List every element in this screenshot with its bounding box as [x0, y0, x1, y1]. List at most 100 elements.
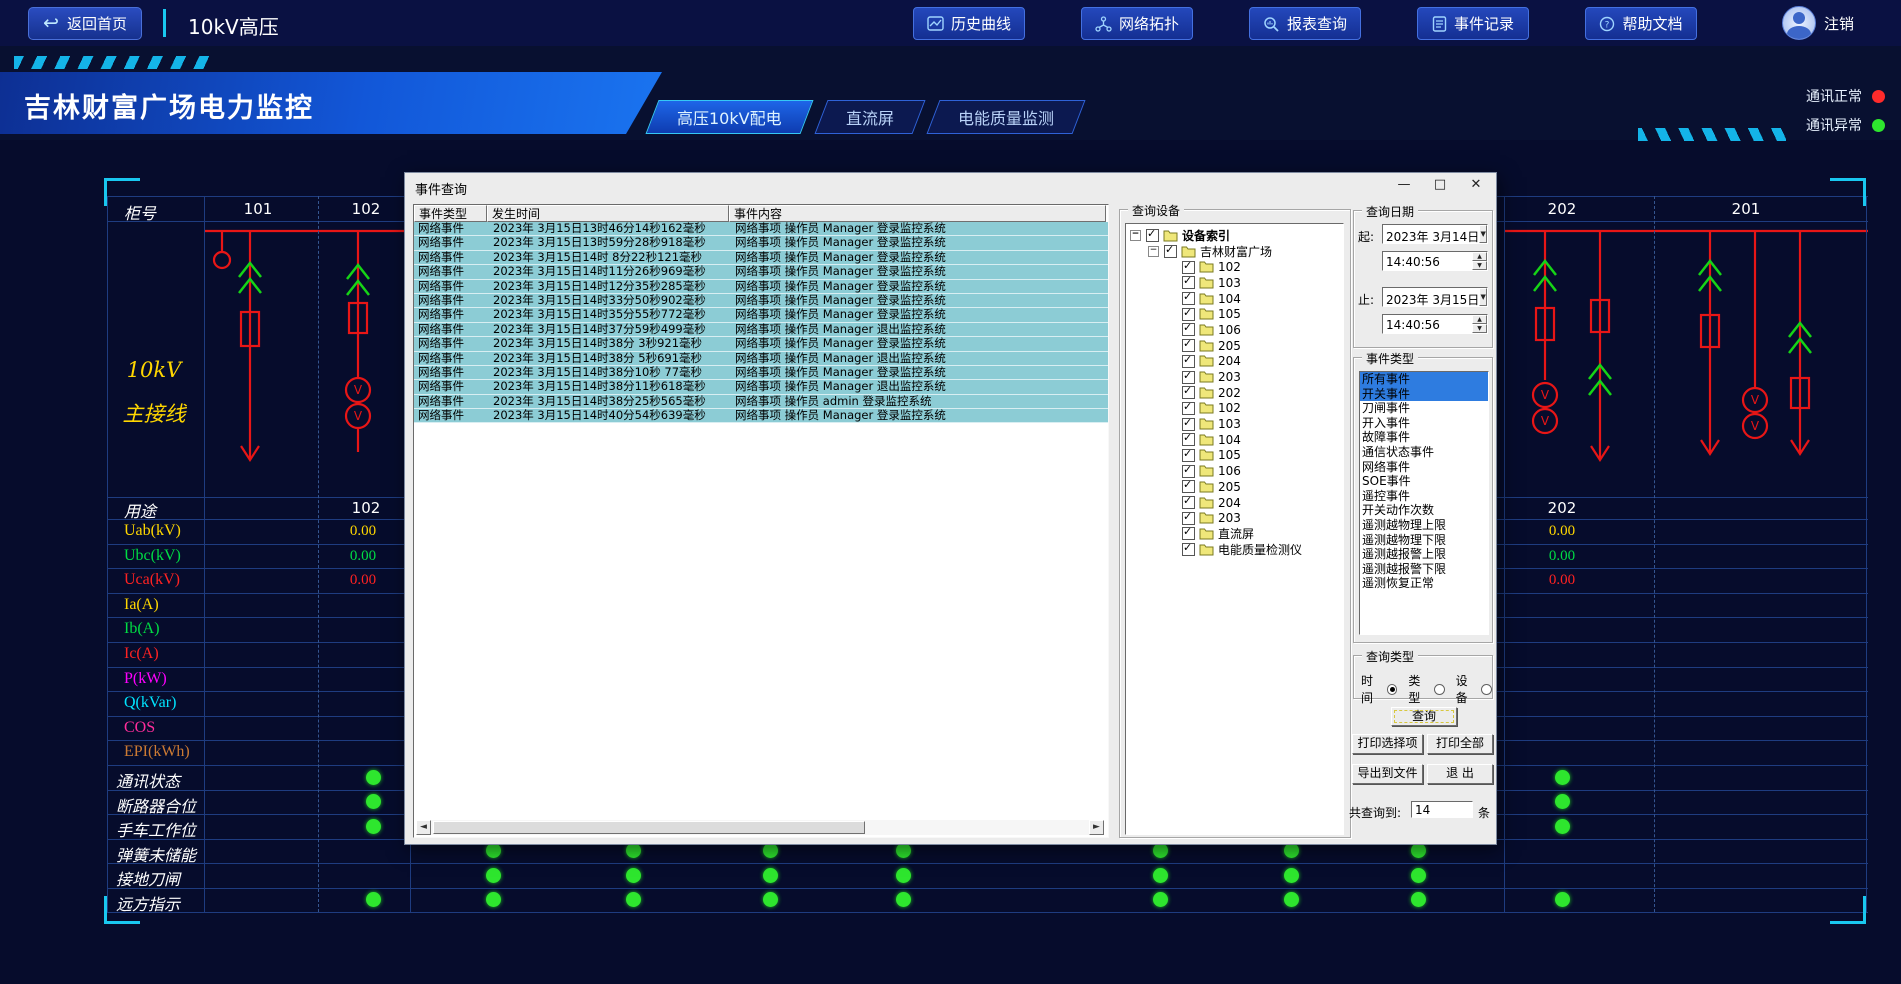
- event-type-item[interactable]: 遥测越物理上限: [1360, 518, 1488, 533]
- tree-item[interactable]: 103: [1126, 416, 1343, 432]
- tree-item[interactable]: 102: [1126, 401, 1343, 417]
- event-type-item[interactable]: 遥测越物理下限: [1360, 533, 1488, 548]
- minimize-button[interactable]: —: [1396, 177, 1412, 192]
- tree-checkbox[interactable]: [1182, 292, 1195, 305]
- nav-button-report-search[interactable]: 报表查询: [1249, 7, 1361, 40]
- column-header[interactable]: 发生时间: [487, 205, 729, 222]
- event-type-item[interactable]: 故障事件: [1360, 430, 1488, 445]
- scrollbar-thumb[interactable]: [433, 821, 865, 834]
- tree-item[interactable]: 105: [1126, 306, 1343, 322]
- event-type-item[interactable]: 遥测越报警下限: [1360, 562, 1488, 577]
- chevron-down-icon[interactable]: ▼: [1479, 288, 1487, 306]
- tree-checkbox[interactable]: [1182, 355, 1195, 368]
- tree-item[interactable]: 106: [1126, 322, 1343, 338]
- column-header[interactable]: 事件类型: [414, 205, 487, 222]
- tree-item[interactable]: 205: [1126, 338, 1343, 354]
- table-row[interactable]: 网络事件2023年 3月15日14时40分54秒639毫秒网络事项 操作员 Ma…: [414, 409, 1108, 423]
- event-type-item[interactable]: 刀闸事件: [1360, 401, 1488, 416]
- radio-icon[interactable]: [1434, 684, 1445, 695]
- nav-button-topology[interactable]: 网络拓扑: [1081, 7, 1193, 40]
- scroll-right-icon[interactable]: ►: [1089, 820, 1104, 835]
- tree-checkbox[interactable]: [1146, 229, 1159, 242]
- tree-item[interactable]: 104: [1126, 432, 1343, 448]
- radio-icon[interactable]: [1387, 684, 1398, 695]
- event-type-item[interactable]: 遥测越报警上限: [1360, 547, 1488, 562]
- table-row[interactable]: 网络事件2023年 3月15日14时38分10秒 77毫秒网络事项 操作员 Ma…: [414, 366, 1108, 380]
- event-type-item[interactable]: 网络事件: [1360, 460, 1488, 475]
- event-type-item[interactable]: 开入事件: [1360, 416, 1488, 431]
- tree-checkbox[interactable]: [1182, 512, 1195, 525]
- event-type-item[interactable]: SOE事件: [1360, 474, 1488, 489]
- column-header[interactable]: 事件内容: [729, 205, 1106, 222]
- table-row[interactable]: 网络事件2023年 3月15日13时59分28秒918毫秒网络事项 操作员 Ma…: [414, 236, 1108, 250]
- tree-checkbox[interactable]: [1182, 402, 1195, 415]
- radio-icon[interactable]: [1481, 684, 1492, 695]
- tree-checkbox[interactable]: [1182, 261, 1195, 274]
- query-type-option[interactable]: 类型: [1408, 672, 1444, 706]
- event-type-item[interactable]: 开关事件: [1360, 387, 1488, 402]
- close-button[interactable]: ✕: [1468, 177, 1484, 192]
- table-row[interactable]: 网络事件2023年 3月15日14时37分59秒499毫秒网络事项 操作员 Ma…: [414, 323, 1108, 337]
- logout-button[interactable]: 注销: [1782, 6, 1854, 40]
- tree-item[interactable]: −吉林财富广场: [1126, 244, 1343, 260]
- result-count-field[interactable]: 14: [1411, 801, 1473, 818]
- table-row[interactable]: 网络事件2023年 3月15日14时38分 3秒921毫秒网络事项 操作员 Ma…: [414, 337, 1108, 351]
- tree-checkbox[interactable]: [1182, 371, 1195, 384]
- scroll-left-icon[interactable]: ◄: [416, 820, 431, 835]
- tree-item[interactable]: 103: [1126, 275, 1343, 291]
- back-home-button[interactable]: ↩ 返回首页: [28, 7, 142, 40]
- tree-item[interactable]: 106: [1126, 463, 1343, 479]
- tree-checkbox[interactable]: [1182, 276, 1195, 289]
- tree-checkbox[interactable]: [1182, 323, 1195, 336]
- spin-down-icon[interactable]: ▼: [1472, 261, 1487, 270]
- tree-item[interactable]: 204: [1126, 495, 1343, 511]
- tree-item[interactable]: 203: [1126, 510, 1343, 526]
- tree-item[interactable]: −设备索引: [1126, 228, 1343, 244]
- tree-checkbox[interactable]: [1182, 527, 1195, 540]
- tree-item[interactable]: 205: [1126, 479, 1343, 495]
- tree-item[interactable]: 203: [1126, 369, 1343, 385]
- to-time-spinner[interactable]: 14:40:56 ▲▼: [1382, 314, 1488, 334]
- tree-checkbox[interactable]: [1182, 386, 1195, 399]
- tree-expander-icon[interactable]: −: [1130, 230, 1141, 241]
- export-file-button[interactable]: 导出到文件: [1352, 764, 1423, 784]
- tree-checkbox[interactable]: [1182, 433, 1195, 446]
- tree-checkbox[interactable]: [1164, 245, 1177, 258]
- nav-button-event-log[interactable]: 事件记录: [1417, 7, 1529, 40]
- from-time-spinner[interactable]: 14:40:56 ▲▼: [1382, 251, 1488, 271]
- exit-button[interactable]: 退 出: [1427, 764, 1493, 784]
- nav-button-help[interactable]: ?帮助文档: [1585, 7, 1697, 40]
- tree-item[interactable]: 102: [1126, 259, 1343, 275]
- tab-3[interactable]: 电能质量监测: [926, 100, 1085, 134]
- table-row[interactable]: 网络事件2023年 3月15日14时 8分22秒121毫秒网络事项 操作员 Ma…: [414, 251, 1108, 265]
- to-date-picker[interactable]: 2023年 3月15日 ▼: [1382, 287, 1488, 307]
- tree-checkbox[interactable]: [1182, 449, 1195, 462]
- nav-button-curve[interactable]: 历史曲线: [913, 7, 1025, 40]
- tab-1[interactable]: 高压10kV配电: [645, 100, 813, 134]
- table-row[interactable]: 网络事件2023年 3月15日14时12分35秒285毫秒网络事项 操作员 Ma…: [414, 280, 1108, 294]
- from-date-picker[interactable]: 2023年 3月14日 ▼: [1382, 224, 1488, 244]
- table-row[interactable]: 网络事件2023年 3月15日14时38分 5秒691毫秒网络事项 操作员 Ma…: [414, 352, 1108, 366]
- spin-down-icon[interactable]: ▼: [1472, 324, 1487, 333]
- tree-checkbox[interactable]: [1182, 339, 1195, 352]
- event-type-item[interactable]: 所有事件: [1360, 372, 1488, 387]
- tree-item[interactable]: 202: [1126, 385, 1343, 401]
- table-row[interactable]: 网络事件2023年 3月15日14时35分55秒772毫秒网络事项 操作员 Ma…: [414, 308, 1108, 322]
- tree-checkbox[interactable]: [1182, 496, 1195, 509]
- table-row[interactable]: 网络事件2023年 3月15日14时11分26秒969毫秒网络事项 操作员 Ma…: [414, 265, 1108, 279]
- print-selected-button[interactable]: 打印选择项: [1352, 734, 1423, 754]
- spin-up-icon[interactable]: ▲: [1472, 315, 1487, 324]
- tree-checkbox[interactable]: [1182, 465, 1195, 478]
- tree-checkbox[interactable]: [1182, 480, 1195, 493]
- print-all-button[interactable]: 打印全部: [1427, 734, 1493, 754]
- tree-item[interactable]: 直流屏: [1126, 526, 1343, 542]
- query-button[interactable]: 查询: [1391, 707, 1457, 726]
- query-type-option[interactable]: 时间: [1361, 672, 1397, 706]
- tree-item[interactable]: 105: [1126, 448, 1343, 464]
- table-row[interactable]: 网络事件2023年 3月15日14时33分50秒902毫秒网络事项 操作员 Ma…: [414, 294, 1108, 308]
- maximize-button[interactable]: □: [1432, 177, 1448, 192]
- tree-item[interactable]: 104: [1126, 291, 1343, 307]
- table-row[interactable]: 网络事件2023年 3月15日13时46分14秒162毫秒网络事项 操作员 Ma…: [414, 222, 1108, 236]
- tree-checkbox[interactable]: [1182, 543, 1195, 556]
- query-type-option[interactable]: 设备: [1456, 672, 1492, 706]
